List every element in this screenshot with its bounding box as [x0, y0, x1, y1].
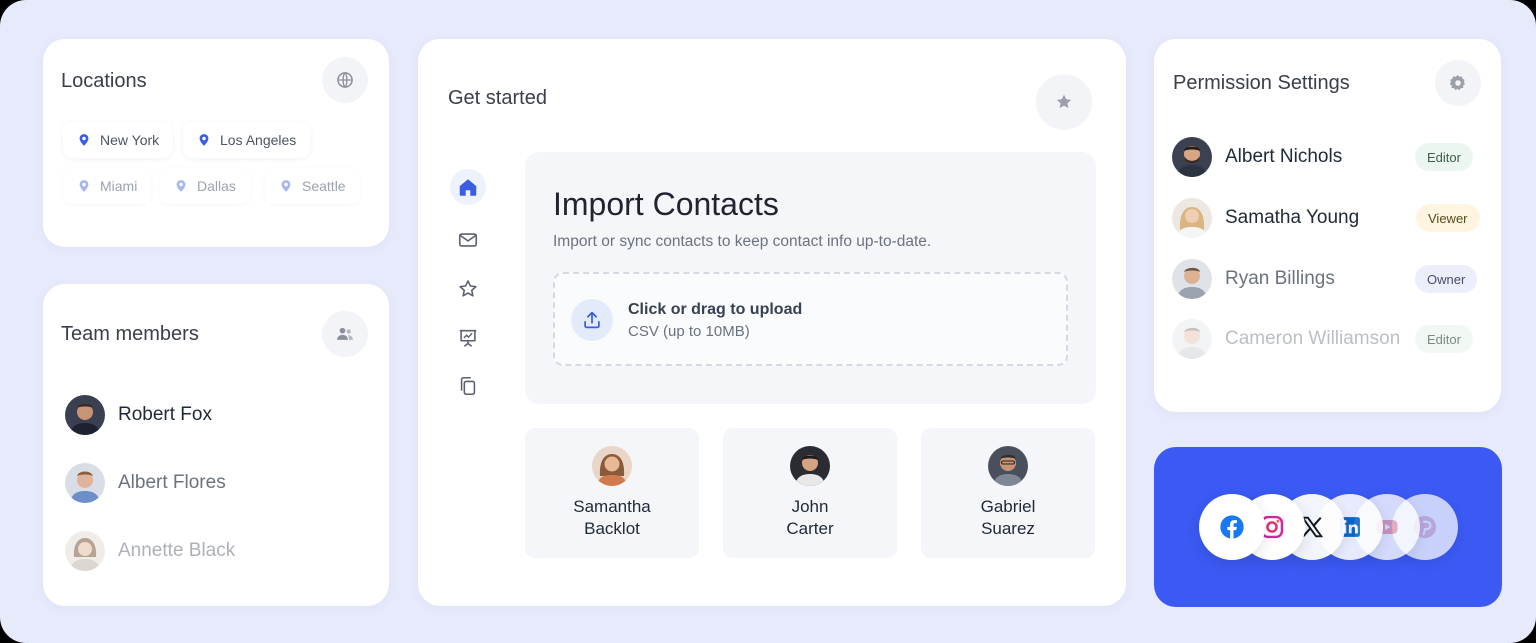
gear-icon — [1449, 75, 1466, 91]
contact-card-john-carter[interactable]: John Carter — [723, 428, 897, 558]
role-badge-viewer[interactable]: Viewer — [1416, 204, 1480, 232]
member-name: Albert Flores — [118, 472, 226, 493]
location-chip-new-york[interactable]: New York — [63, 122, 174, 158]
favorite-button[interactable] — [1036, 74, 1092, 130]
avatar — [65, 531, 105, 571]
social-integrations-card — [1154, 447, 1502, 607]
team-members-title: Team members — [61, 323, 199, 345]
nav-mail[interactable] — [450, 222, 486, 258]
nav-home[interactable] — [450, 169, 486, 205]
nav-copy[interactable] — [450, 368, 486, 404]
presentation-icon — [459, 329, 477, 347]
user-name: Cameron Williamson — [1225, 328, 1401, 349]
import-title: Import Contacts — [553, 186, 779, 222]
contact-last-name: Suarez — [981, 519, 1035, 538]
map-pin-icon — [79, 180, 89, 192]
map-pin-icon — [281, 180, 291, 192]
location-chip-dallas[interactable]: Dallas — [160, 168, 250, 204]
locations-card: Locations New York Los Angeles Miami Dal… — [43, 39, 389, 247]
contact-first-name: Gabriel — [980, 497, 1036, 516]
avatar — [988, 446, 1028, 486]
permission-row-albert-nichols[interactable]: Albert Nichols — [1172, 137, 1342, 177]
map-pin-icon — [199, 134, 209, 146]
facebook-button[interactable] — [1199, 494, 1265, 560]
location-label: Seattle — [302, 178, 346, 194]
avatar — [1172, 259, 1212, 299]
permission-settings-title: Permission Settings — [1173, 72, 1350, 94]
avatar — [1172, 137, 1212, 177]
member-name: Robert Fox — [118, 404, 212, 425]
users-icon — [337, 327, 353, 340]
avatar — [790, 446, 830, 486]
upload-dropzone[interactable]: Click or drag to upload CSV (up to 10MB) — [553, 272, 1068, 366]
location-label: Miami — [100, 178, 138, 194]
location-chip-los-angeles[interactable]: Los Angeles — [183, 122, 311, 158]
mail-icon — [458, 233, 478, 247]
team-member-robert-fox[interactable]: Robert Fox — [65, 395, 212, 435]
map-pin-icon — [79, 134, 89, 146]
import-contacts-panel: Import Contacts Import or sync contacts … — [525, 152, 1096, 404]
user-name: Ryan Billings — [1225, 268, 1335, 289]
role-badge-editor[interactable]: Editor — [1415, 325, 1473, 353]
team-member-annette-black[interactable]: Annette Black — [65, 531, 235, 571]
contact-last-name: Backlot — [584, 519, 640, 538]
contact-name: Gabriel Suarez — [921, 496, 1095, 540]
dashboard-canvas: Locations New York Los Angeles Miami Dal… — [0, 0, 1536, 643]
upload-icon — [584, 311, 600, 329]
contact-first-name: Samantha — [573, 497, 651, 516]
upload-subtitle: CSV (up to 10MB) — [628, 323, 750, 340]
location-chip-miami[interactable]: Miami — [63, 168, 152, 204]
star-icon — [459, 280, 477, 297]
member-name: Annette Black — [118, 540, 236, 561]
import-subtitle: Import or sync contacts to keep contact … — [553, 233, 932, 250]
nav-presentation[interactable] — [450, 320, 486, 356]
upload-button[interactable] — [571, 299, 613, 341]
avatar — [65, 463, 105, 503]
home-icon — [459, 179, 477, 196]
contact-card-samantha-backlot[interactable]: Samantha Backlot — [525, 428, 699, 558]
settings-button[interactable] — [1435, 60, 1481, 106]
role-badge-editor[interactable]: Editor — [1415, 143, 1473, 171]
globe-button[interactable] — [322, 57, 368, 103]
facebook-icon — [1220, 515, 1244, 539]
upload-title: Click or drag to upload — [628, 301, 803, 318]
nav-favorites[interactable] — [450, 271, 486, 307]
location-chip-seattle[interactable]: Seattle — [265, 168, 360, 204]
user-name: Albert Nichols — [1225, 146, 1343, 167]
location-label: Dallas — [197, 178, 236, 194]
copy-icon — [460, 376, 476, 396]
contact-last-name: Carter — [786, 519, 834, 538]
avatar — [1172, 198, 1212, 238]
location-label: New York — [100, 132, 160, 148]
avatar — [592, 446, 632, 486]
permission-row-cameron-williamson[interactable]: Cameron Williamson — [1172, 319, 1400, 359]
star-icon — [1056, 94, 1072, 109]
permission-row-ryan-billings[interactable]: Ryan Billings — [1172, 259, 1335, 299]
permission-row-samatha-young[interactable]: Samatha Young — [1172, 198, 1359, 238]
globe-icon — [337, 72, 353, 88]
user-name: Samatha Young — [1225, 207, 1360, 228]
avatar — [65, 395, 105, 435]
location-label: Los Angeles — [220, 132, 297, 148]
role-badge-owner[interactable]: Owner — [1415, 265, 1478, 293]
contact-first-name: John — [791, 497, 829, 516]
locations-title: Locations — [61, 70, 147, 92]
team-member-albert-flores[interactable]: Albert Flores — [65, 463, 226, 503]
get-started-title: Get started — [448, 87, 547, 109]
map-pin-icon — [176, 180, 186, 192]
team-button[interactable] — [322, 311, 368, 357]
avatar — [1172, 319, 1212, 359]
contact-name: Samantha Backlot — [525, 496, 699, 540]
contact-name: John Carter — [723, 496, 897, 540]
contact-card-gabriel-suarez[interactable]: Gabriel Suarez — [921, 428, 1095, 558]
